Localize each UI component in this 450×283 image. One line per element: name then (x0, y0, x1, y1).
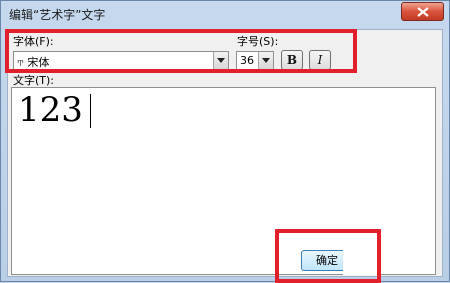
close-icon (417, 7, 429, 17)
text-caret (90, 94, 91, 128)
title-bar[interactable]: 编辑“艺术字”文字 (1, 1, 449, 29)
close-button[interactable] (401, 2, 444, 21)
dialog-title: 编辑“艺术字”文字 (9, 8, 106, 22)
wordart-text-value: 123 (18, 90, 83, 130)
edit-wordart-dialog: 编辑“艺术字”文字 字体(F): Ͳ 宋体 字号(S): 36 B I 文字(T… (0, 0, 450, 283)
highlight-box-font-settings (5, 29, 357, 73)
text-label: 文字(T): (13, 74, 55, 87)
highlight-box-ok-button (275, 229, 381, 283)
